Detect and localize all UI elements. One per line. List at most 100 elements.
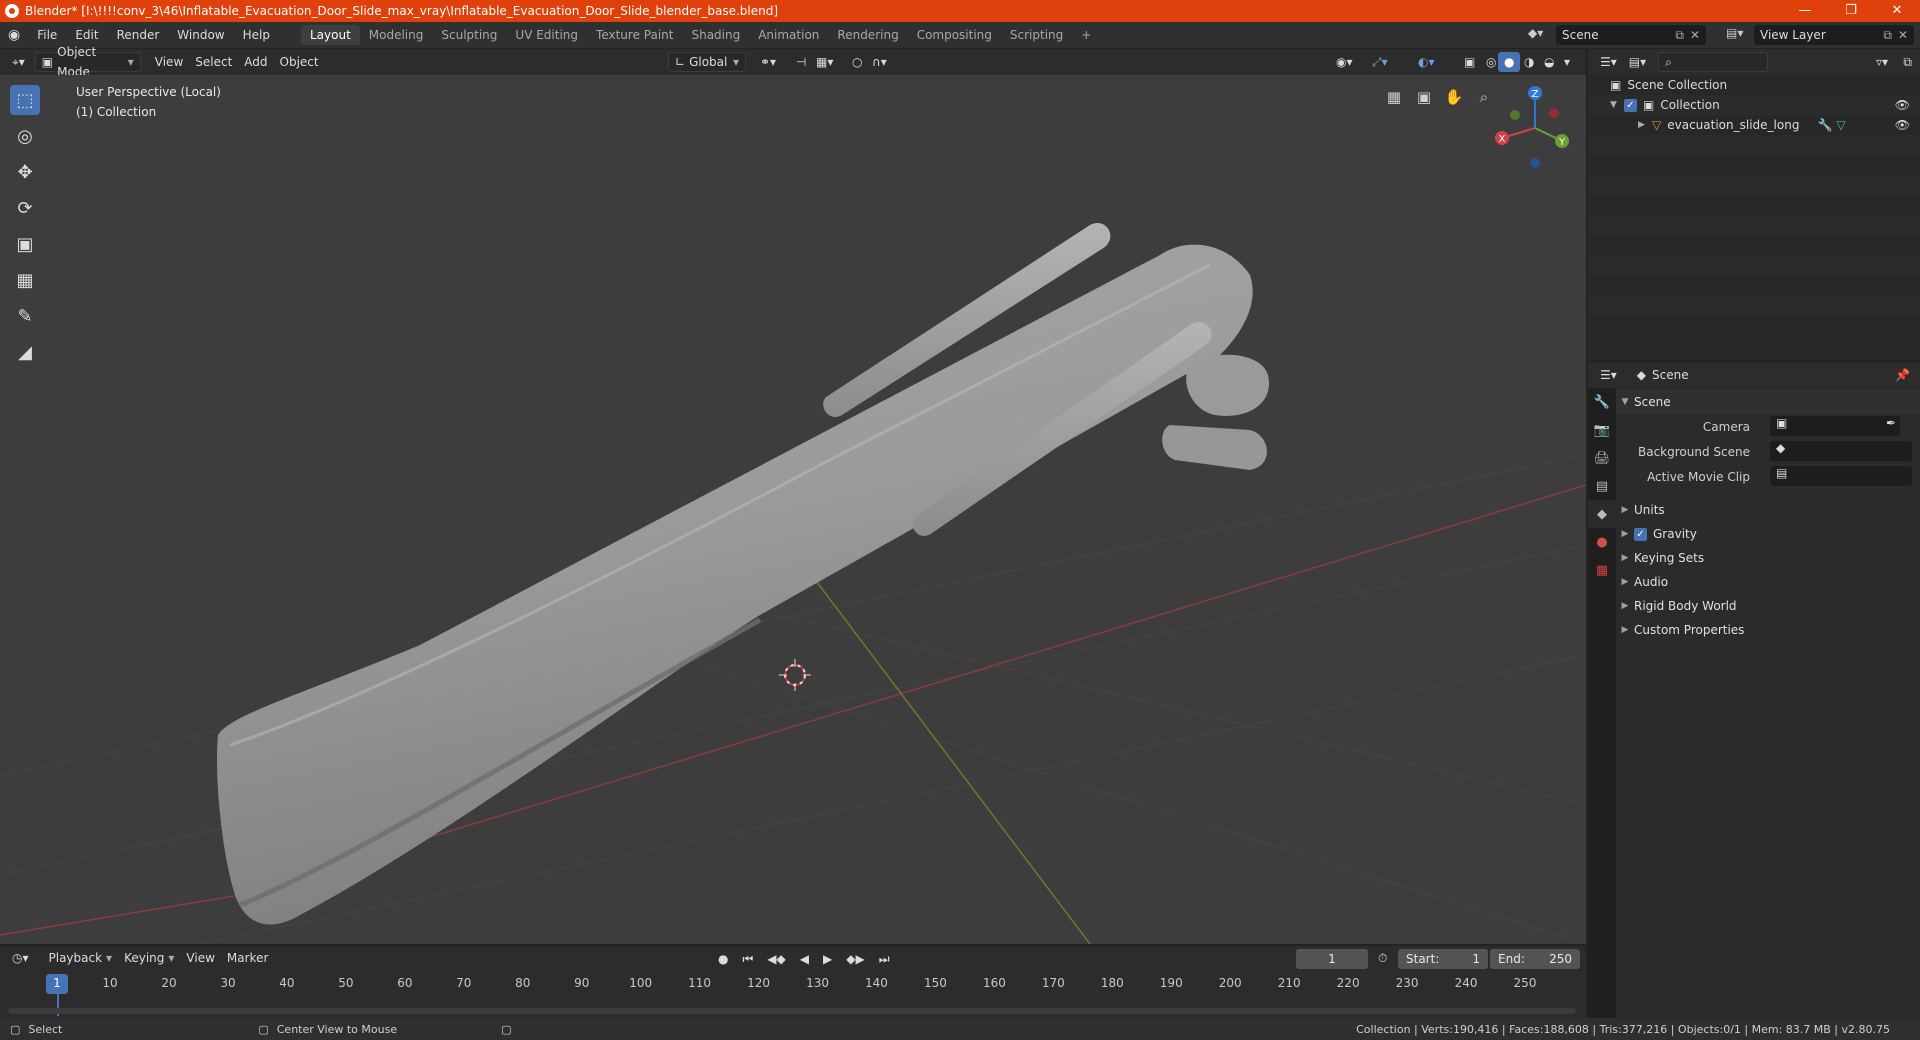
toggle-camera-view-icon[interactable]: ▦ bbox=[1382, 85, 1406, 109]
scene-selector[interactable]: Scene ⧉ ✕ bbox=[1556, 25, 1706, 45]
current-frame-field[interactable]: 1 bbox=[1296, 949, 1368, 969]
menu-view[interactable]: View bbox=[149, 52, 189, 72]
rotate-tool-icon[interactable]: ⟳ bbox=[10, 193, 40, 223]
menu-edit[interactable]: Edit bbox=[66, 28, 107, 42]
keying-sets-panel[interactable]: ▶ Keying Sets bbox=[1616, 546, 1920, 570]
tab-animation[interactable]: Animation bbox=[749, 25, 828, 45]
menu-object[interactable]: Object bbox=[274, 52, 325, 72]
scene-type-icon[interactable]: ◆▾ bbox=[1528, 26, 1543, 40]
gravity-panel[interactable]: ▶ ✓ Gravity bbox=[1616, 522, 1920, 546]
menu-select[interactable]: Select bbox=[189, 52, 238, 72]
timeline-scrollbar[interactable] bbox=[8, 1008, 1576, 1014]
tab-compositing[interactable]: Compositing bbox=[908, 25, 1001, 45]
modifier-wrench-icon[interactable]: 🔧 bbox=[1817, 118, 1832, 132]
pin-icon[interactable]: 📌 bbox=[1895, 368, 1910, 382]
tab-layout[interactable]: Layout bbox=[300, 25, 360, 45]
scale-tool-icon[interactable]: ▣ bbox=[10, 229, 40, 259]
slide-end-cap-lower[interactable] bbox=[1162, 425, 1267, 470]
tab-shading[interactable]: Shading bbox=[682, 25, 749, 45]
outliner-row-scene-collection[interactable]: ▣ Scene Collection bbox=[1588, 75, 1920, 95]
custom-properties-panel[interactable]: ▶ Custom Properties bbox=[1616, 618, 1920, 642]
record-icon[interactable]: ● bbox=[712, 949, 734, 969]
navigation-gizmo[interactable]: Z X Y bbox=[1490, 83, 1580, 173]
new-view-layer-icon[interactable]: ⧉ bbox=[1883, 28, 1892, 43]
menu-file[interactable]: File bbox=[28, 28, 66, 42]
timeline-view-menu[interactable]: View bbox=[180, 948, 220, 968]
view-layer-selector[interactable]: View Layer ⧉ ✕ bbox=[1754, 25, 1914, 45]
world-tab-icon[interactable]: ● bbox=[1588, 528, 1616, 556]
eyedropper-icon[interactable]: ✒ bbox=[1886, 416, 1896, 430]
remove-view-layer-icon[interactable]: ✕ bbox=[1898, 28, 1908, 42]
tab-sculpting[interactable]: Sculpting bbox=[432, 25, 506, 45]
eye-icon[interactable]: 👁 bbox=[1895, 98, 1910, 112]
output-tab-icon[interactable]: 🖨 bbox=[1588, 444, 1616, 472]
menu-help[interactable]: Help bbox=[234, 28, 279, 42]
collection-checkbox[interactable]: ✓ bbox=[1624, 98, 1637, 112]
background-scene-field[interactable]: ◆ bbox=[1770, 441, 1912, 461]
tab-modeling[interactable]: Modeling bbox=[360, 25, 433, 45]
tab-texture-paint[interactable]: Texture Paint bbox=[587, 25, 682, 45]
view-layer-tab-icon[interactable]: ▤ bbox=[1588, 472, 1616, 500]
timeline-ruler[interactable]: 1 10 20 30 40 50 60 70 80 90 100 110 120 130 140 150 160… bbox=[0, 974, 1586, 1016]
view-layer-type-icon[interactable]: ▤▾ bbox=[1726, 26, 1743, 40]
play-icon[interactable]: ▶ bbox=[817, 949, 838, 969]
3d-cursor[interactable] bbox=[779, 659, 811, 691]
properties-editor-icon[interactable]: ☰▾ bbox=[1594, 365, 1623, 385]
mode-dropdown[interactable]: ▣ Object Mode ▾ bbox=[34, 45, 141, 79]
snap-target-icon[interactable]: ▦▾ bbox=[810, 52, 839, 72]
outliner-row-collection[interactable]: ▼ ✓ ▣ Collection 👁 bbox=[1588, 95, 1920, 115]
pan-hand-icon[interactable]: ✋ bbox=[1442, 85, 1466, 109]
tab-scripting[interactable]: Scripting bbox=[1001, 25, 1072, 45]
editor-type-icon[interactable]: ⌖▾ bbox=[6, 52, 31, 72]
filter-icon[interactable]: ▿▾ bbox=[1870, 52, 1894, 72]
visibility-icon[interactable]: ◉▾ bbox=[1330, 52, 1359, 72]
cursor-tool-icon[interactable]: ◎ bbox=[10, 121, 40, 151]
movie-clip-field[interactable]: ▤ bbox=[1770, 466, 1912, 486]
next-keyframe-icon[interactable]: ◆▶ bbox=[840, 949, 870, 969]
shading-options-icon[interactable]: ▾ bbox=[1558, 52, 1576, 72]
mesh-data-icon[interactable]: ▽ bbox=[1836, 118, 1845, 132]
annotate-tool-icon[interactable]: ✎ bbox=[10, 301, 40, 331]
marker-menu[interactable]: Marker bbox=[221, 948, 274, 968]
viewport-3d[interactable]: ⬚ ◎ ✥ ⟳ ▣ ▦ ✎ ◢ User Perspective (Local)… bbox=[0, 75, 1586, 944]
keying-menu[interactable]: Keying ▾ bbox=[118, 948, 180, 968]
pivot-icon[interactable]: ⚭▾ bbox=[754, 52, 782, 72]
select-box-tool-icon[interactable]: ⬚ bbox=[10, 85, 40, 115]
remove-scene-icon[interactable]: ✕ bbox=[1690, 28, 1700, 42]
tab-uv-editing[interactable]: UV Editing bbox=[506, 25, 587, 45]
eye-icon[interactable]: 👁 bbox=[1895, 118, 1910, 132]
overlay-toggle-icon[interactable]: ◐▾ bbox=[1412, 52, 1441, 72]
close-button[interactable]: ✕ bbox=[1874, 0, 1920, 22]
scene-panel-header[interactable]: ▼ Scene bbox=[1616, 390, 1920, 414]
menu-window[interactable]: Window bbox=[168, 28, 233, 42]
measure-tool-icon[interactable]: ◢ bbox=[10, 337, 40, 367]
tab-rendering[interactable]: Rendering bbox=[828, 25, 907, 45]
outliner-search-input[interactable]: ⌕ bbox=[1658, 52, 1769, 72]
jump-start-icon[interactable]: ⏮ bbox=[736, 949, 759, 969]
outliner-editor-icon[interactable]: ☰▾ bbox=[1594, 52, 1623, 72]
play-reverse-icon[interactable]: ◀ bbox=[794, 949, 815, 969]
minimize-button[interactable]: — bbox=[1782, 0, 1828, 22]
prev-keyframe-icon[interactable]: ◀◆ bbox=[761, 949, 791, 969]
units-panel[interactable]: ▶ Units bbox=[1616, 498, 1920, 522]
slide-model[interactable] bbox=[216, 244, 1253, 925]
menu-render[interactable]: Render bbox=[108, 28, 169, 42]
xray-icon[interactable]: ▣ bbox=[1458, 52, 1481, 72]
audio-panel[interactable]: ▶ Audio bbox=[1616, 570, 1920, 594]
jump-end-icon[interactable]: ⏭ bbox=[873, 949, 896, 969]
outliner-row-object[interactable]: ▶ ▽ evacuation_slide_long 🔧 ▽ 👁 bbox=[1588, 115, 1920, 135]
gizmo-toggle-icon[interactable]: ⤢▾ bbox=[1366, 52, 1394, 72]
transform-tool-icon[interactable]: ▦ bbox=[10, 265, 40, 295]
restore-button[interactable]: ❐ bbox=[1828, 0, 1874, 22]
camera-view-icon[interactable]: ▣ bbox=[1412, 85, 1436, 109]
timeline-editor-icon[interactable]: ◷▾ bbox=[6, 948, 35, 968]
stopwatch-icon[interactable]: ⏱ bbox=[1378, 951, 1387, 966]
camera-field[interactable]: ▣ ✒ bbox=[1770, 416, 1900, 436]
expand-arrow-icon[interactable]: ▼ bbox=[1610, 100, 1624, 110]
slide-end-cap[interactable] bbox=[1186, 354, 1270, 416]
orientation-dropdown[interactable]: ∟ Global ▾ bbox=[668, 52, 746, 72]
new-scene-icon[interactable]: ⧉ bbox=[1675, 28, 1684, 43]
end-frame-field[interactable]: End: 250 bbox=[1490, 949, 1580, 969]
blender-menu-icon[interactable]: ◉ bbox=[0, 27, 28, 43]
falloff-icon[interactable]: ∩▾ bbox=[866, 52, 893, 72]
